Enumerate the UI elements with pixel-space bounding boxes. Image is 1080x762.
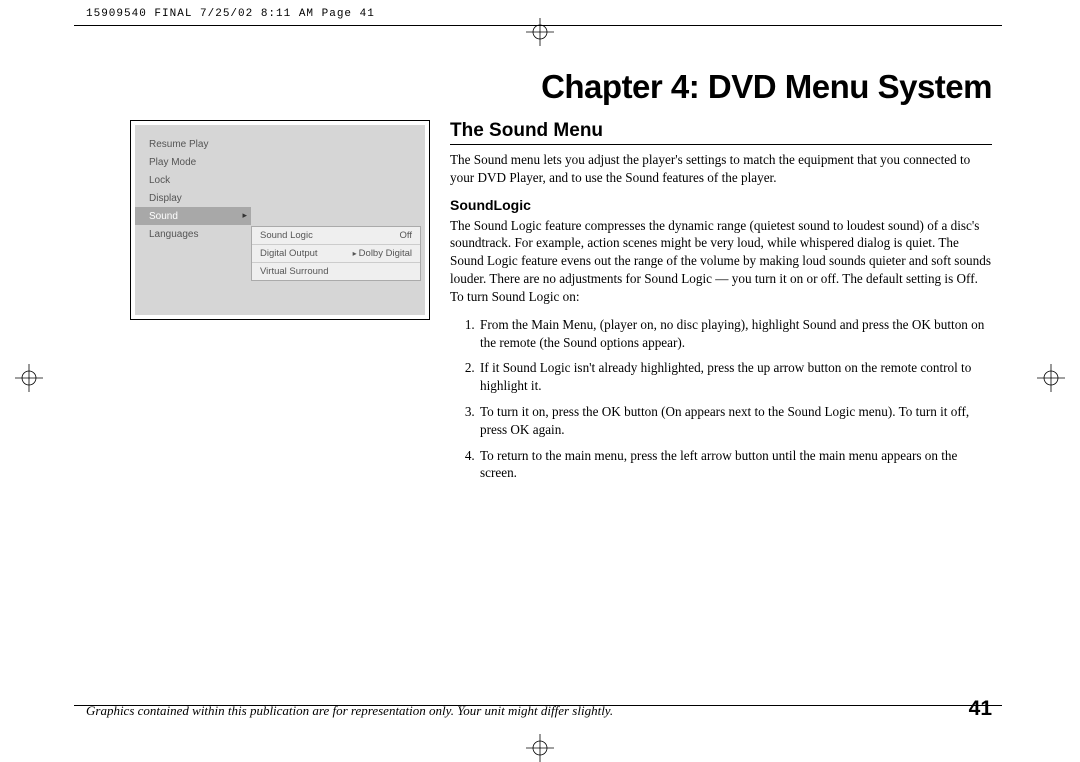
chapter-title: Chapter 4: DVD Menu System <box>541 68 992 106</box>
submenu-label: Digital Output <box>260 248 318 259</box>
menu-item: Play Mode <box>135 153 251 171</box>
main-menu-list: Resume Play Play Mode Lock Display Sound… <box>135 135 251 243</box>
intro-paragraph: The Sound menu lets you adjust the playe… <box>450 151 992 187</box>
footer-note: Graphics contained within this publicati… <box>86 703 613 719</box>
step-item: From the Main Menu, (player on, no disc … <box>478 316 992 352</box>
content-area: Resume Play Play Mode Lock Display Sound… <box>130 120 992 676</box>
registration-mark-bottom <box>526 734 554 762</box>
registration-mark-right <box>1037 364 1065 392</box>
registration-mark-left <box>15 364 43 392</box>
steps-list: From the Main Menu, (player on, no disc … <box>478 316 992 483</box>
submenu-panel: Sound Logic Off Digital Output ▸Dolby Di… <box>251 226 421 281</box>
menu-item-selected: Sound <box>135 207 251 225</box>
registration-mark-top <box>526 18 554 46</box>
text-column: The Sound Menu The Sound menu lets you a… <box>450 120 992 676</box>
submenu-label: Sound Logic <box>260 230 313 241</box>
submenu-row: Sound Logic Off <box>252 227 420 245</box>
menu-screenshot: Resume Play Play Mode Lock Display Sound… <box>130 120 430 320</box>
page-number: 41 <box>969 697 992 721</box>
step-item: If it Sound Logic isn't already highligh… <box>478 359 992 395</box>
menu-item: Resume Play <box>135 135 251 153</box>
submenu-row: Virtual Surround <box>252 263 420 280</box>
menu-item: Languages <box>135 225 251 243</box>
menu-item: Display <box>135 189 251 207</box>
step-item: To return to the main menu, press the le… <box>478 447 992 483</box>
arrow-icon: ▸ <box>353 249 357 258</box>
submenu-label: Virtual Surround <box>260 266 328 277</box>
submenu-value: ▸Dolby Digital <box>353 248 412 259</box>
print-header: 15909540 FINAL 7/25/02 8:11 AM Page 41 <box>86 8 375 20</box>
page-footer: Graphics contained within this publicati… <box>86 697 992 721</box>
section-title: The Sound Menu <box>450 120 992 145</box>
menu-item: Lock <box>135 171 251 189</box>
step-item: To turn it on, press the OK button (On a… <box>478 403 992 439</box>
body-paragraph: The Sound Logic feature compresses the d… <box>450 217 992 306</box>
submenu-row: Digital Output ▸Dolby Digital <box>252 245 420 263</box>
submenu-value: Off <box>400 230 413 241</box>
sub-heading: SoundLogic <box>450 197 992 213</box>
